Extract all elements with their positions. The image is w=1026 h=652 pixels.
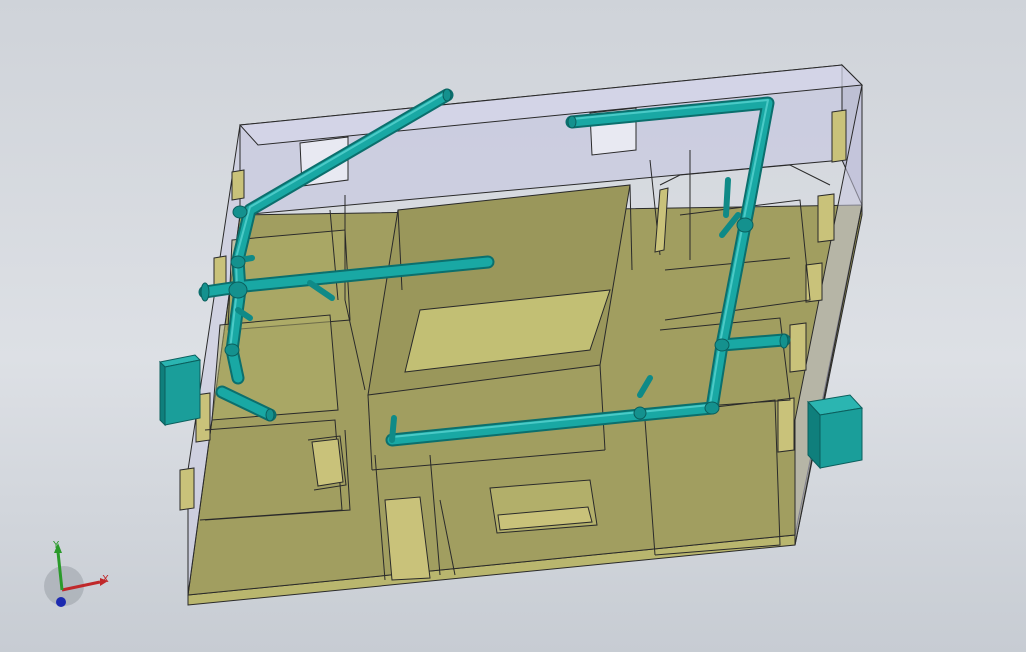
equipment-box-left[interactable]: [158, 354, 202, 427]
graphics-viewport[interactable]: X Y: [0, 0, 1026, 652]
orientation-triad[interactable]: X Y: [44, 540, 109, 607]
equipment-box-right[interactable]: [807, 394, 863, 470]
cad-model-scene[interactable]: X Y: [0, 0, 1026, 652]
back-wall: [238, 63, 864, 216]
z-axis-arrow: [56, 597, 66, 607]
y-axis-label: Y: [52, 540, 60, 551]
x-axis-label: X: [102, 574, 109, 585]
